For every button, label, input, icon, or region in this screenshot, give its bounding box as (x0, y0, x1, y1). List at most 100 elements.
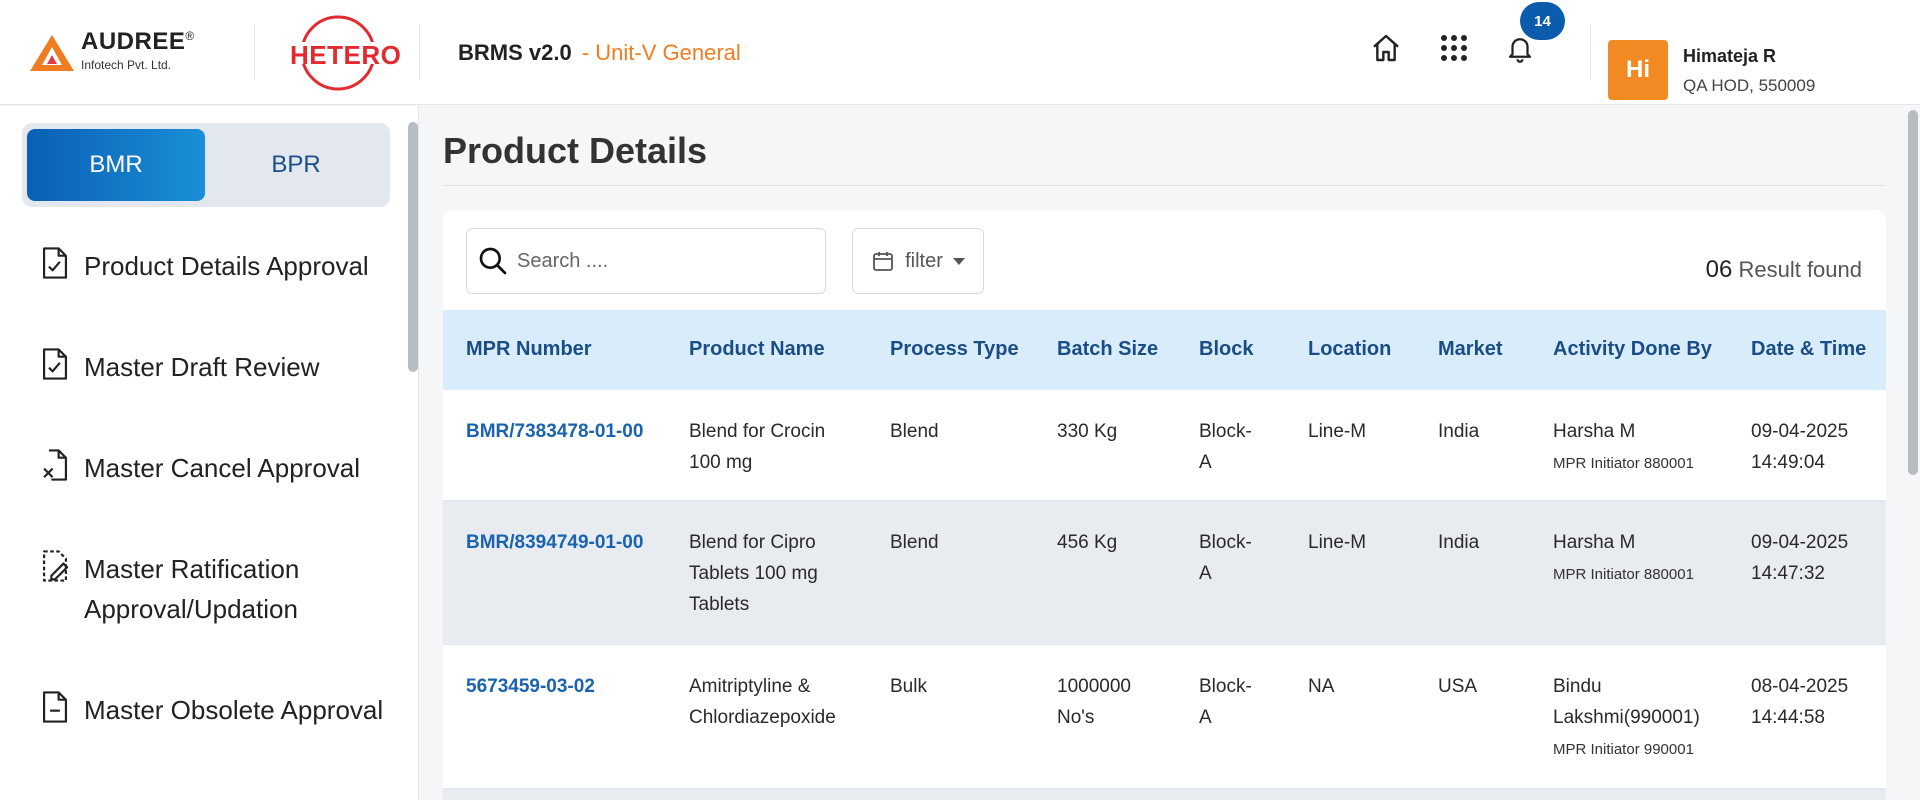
sidebar-item-master-ratification[interactable]: Master Ratification Approval/Updation (40, 549, 400, 629)
result-count-number: 06 (1705, 256, 1733, 283)
page-scrollbar[interactable] (1908, 110, 1918, 475)
batch-size-cell: 330 Kg (1057, 421, 1118, 442)
column-header-market[interactable]: Market (1438, 338, 1502, 361)
batch-size-cell: 456 Kg (1057, 532, 1118, 553)
search-box[interactable] (466, 228, 826, 294)
table-header: MPR Number Product Name Process Type Bat… (443, 310, 1886, 390)
date-value: 09-04-2025 (1751, 421, 1849, 442)
header-divider (1590, 24, 1591, 80)
batch-size-cell: 1000000 No's (1057, 676, 1131, 728)
activity-by-cell: Bindu Lakshmi(990001) MPR Initiator 99000… (1553, 671, 1723, 761)
activity-by-cell: Harsha M MPR Initiator 880001 (1553, 416, 1723, 475)
mpr-number-link[interactable]: BMR/7383478-01-00 (466, 416, 643, 447)
sidebar-scrollbar[interactable] (408, 122, 418, 372)
table-row[interactable] (443, 789, 1886, 800)
column-header-activity-done-by[interactable]: Activity Done By (1553, 338, 1712, 361)
column-header-batch-size[interactable]: Batch Size (1057, 338, 1158, 361)
time-value: 14:49:04 (1751, 452, 1825, 473)
table-row[interactable]: BMR/8394749-01-00 Blend for Cipro Tablet… (443, 501, 1886, 645)
app-name: BRMS v2.0 (458, 40, 572, 65)
table-row[interactable]: 5673459-03-02 Amitriptyline & Chlordiaze… (443, 645, 1886, 789)
process-type-cell: Blend (890, 421, 939, 442)
location-cell: Line-M (1308, 421, 1367, 442)
activity-by-cell: Harsha M MPR Initiator 880001 (1553, 527, 1723, 586)
block-cell: Block-A (1199, 421, 1252, 473)
column-header-product-name[interactable]: Product Name (689, 338, 825, 361)
date-time-cell: 09-04-2025 14:47:32 (1751, 527, 1848, 589)
search-input[interactable] (517, 249, 807, 273)
activity-by-name: Harsha M (1553, 421, 1636, 442)
date-value: 09-04-2025 (1751, 532, 1849, 553)
market-cell: India (1438, 532, 1480, 553)
audree-brand-name: AUDREE® (81, 28, 195, 55)
sidebar-item-label: Master Ratification Approval/Updation (84, 554, 300, 624)
notification-badge[interactable]: 14 (1520, 2, 1565, 40)
product-name-cell: Amitriptyline & Chlordiazepoxide (689, 676, 836, 728)
page-title: Product Details (443, 130, 708, 171)
header-divider (419, 24, 420, 80)
user-name[interactable]: Himateja R (1683, 46, 1776, 67)
unit-name: - Unit-V General (581, 40, 741, 65)
column-header-mpr-number[interactable]: MPR Number (466, 338, 592, 361)
activity-by-name: Harsha M (1553, 532, 1636, 553)
sidebar-item-master-draft-review[interactable]: Master Draft Review (40, 347, 400, 387)
tab-bpr[interactable]: BPR (207, 129, 385, 201)
hetero-logo[interactable]: HETERO (288, 14, 401, 92)
activity-by-role: MPR Initiator 880001 (1553, 455, 1694, 472)
user-role: QA HOD, 550009 (1683, 76, 1816, 95)
search-icon (479, 247, 507, 275)
audree-logo[interactable]: AUDREE® Infotech Pvt. Ltd. (30, 28, 220, 78)
column-header-process-type[interactable]: Process Type (890, 338, 1019, 361)
title-divider (443, 185, 1885, 186)
activity-by-role: MPR Initiator 880001 (1553, 566, 1694, 583)
file-minus-icon (42, 691, 68, 723)
block-cell: Block-A (1199, 676, 1252, 728)
sidebar-item-label: Product Details Approval (84, 251, 369, 281)
chevron-down-icon (952, 257, 965, 265)
mpr-number-link[interactable]: 5673459-03-02 (466, 671, 595, 702)
activity-by-name: Bindu Lakshmi(990001) (1553, 676, 1700, 728)
apps-grid-icon[interactable] (1436, 30, 1472, 66)
sidebar-item-product-details-approval[interactable]: Product Details Approval (40, 246, 400, 286)
sidebar-item-label: Master Draft Review (84, 352, 320, 382)
process-type-cell: Blend (890, 532, 939, 553)
content-panel: filter 06 Result found MPR Number Produc… (443, 210, 1886, 800)
file-cancel-icon (43, 449, 68, 481)
header-divider (254, 24, 255, 80)
file-check-icon (42, 247, 68, 279)
sidebar: BMR BPR Product Details Approval Master … (0, 106, 419, 800)
sidebar-item-master-obsolete-approval[interactable]: Master Obsolete Approval (40, 690, 400, 730)
time-value: 14:47:32 (1751, 563, 1825, 584)
home-icon[interactable] (1368, 30, 1404, 66)
market-cell: USA (1438, 676, 1478, 697)
filter-label: filter (905, 249, 943, 272)
date-value: 08-04-2025 (1751, 676, 1849, 697)
date-time-cell: 08-04-2025 14:44:58 (1751, 671, 1848, 733)
product-name-cell: Blend for Crocin 100 mg (689, 421, 826, 473)
column-header-block[interactable]: Block (1199, 338, 1253, 361)
activity-by-role: MPR Initiator 990001 (1553, 741, 1694, 758)
market-cell: India (1438, 421, 1480, 442)
result-count-label: Result found (1738, 257, 1862, 282)
result-count: 06 Result found (1706, 256, 1862, 284)
time-value: 14:44:58 (1751, 707, 1825, 728)
location-cell: Line-M (1308, 532, 1367, 553)
calendar-icon (873, 252, 893, 271)
block-cell: Block-A (1199, 532, 1252, 584)
product-name-cell: Blend for Cipro Tablets 100 mg Tablets (689, 532, 818, 615)
column-header-date-time[interactable]: Date & Time (1751, 338, 1866, 361)
top-header: AUDREE® Infotech Pvt. Ltd. HETERO BRMS v… (0, 0, 1920, 105)
hetero-wordmark: HETERO (290, 40, 402, 70)
avatar[interactable]: Hi (1608, 40, 1668, 100)
filter-button[interactable]: filter (852, 228, 984, 294)
column-header-location[interactable]: Location (1308, 338, 1391, 361)
sidebar-item-label: Master Cancel Approval (84, 453, 361, 483)
app-title: BRMS v2.0 - Unit-V General (458, 40, 741, 66)
mpr-number-link[interactable]: BMR/8394749-01-00 (466, 527, 643, 558)
product-table: MPR Number Product Name Process Type Bat… (443, 310, 1886, 800)
tab-bmr[interactable]: BMR (27, 129, 205, 201)
table-row[interactable]: BMR/7383478-01-00 Blend for Crocin 100 m… (443, 390, 1886, 501)
audree-logo-mark (30, 35, 74, 71)
location-cell: NA (1308, 676, 1335, 697)
sidebar-item-master-cancel-approval[interactable]: Master Cancel Approval (40, 448, 400, 488)
